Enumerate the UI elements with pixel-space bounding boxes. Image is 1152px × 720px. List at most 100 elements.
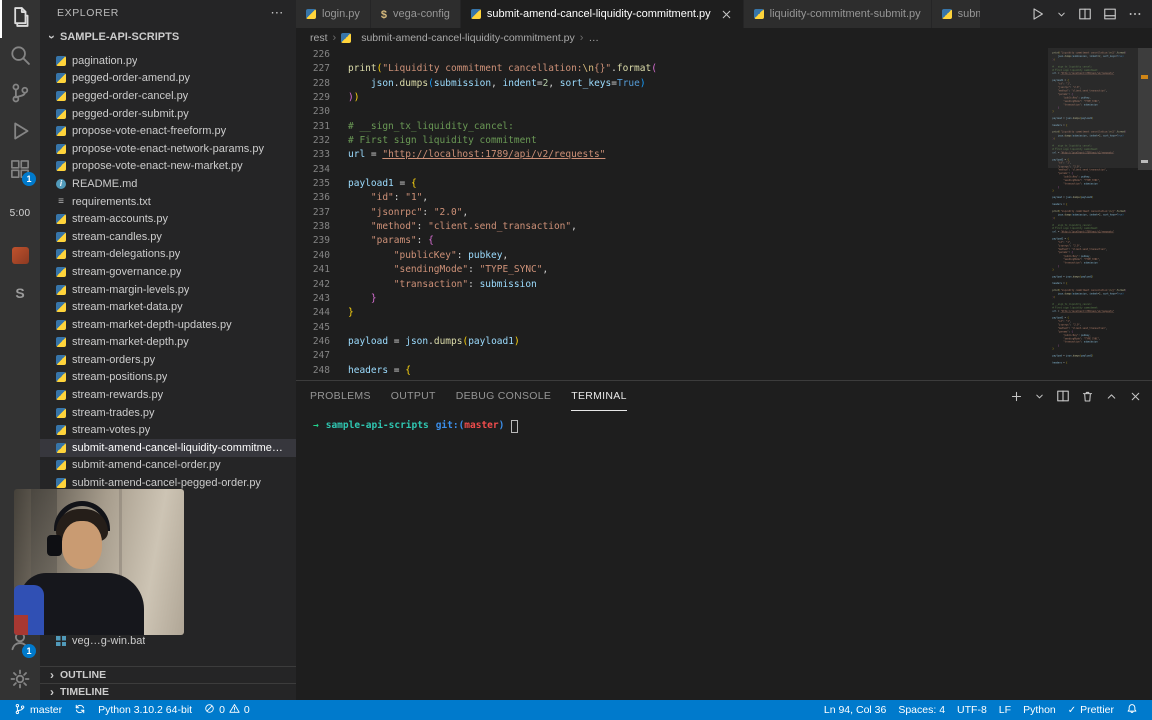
code-line[interactable]: 231 # __sign_tx_liquidity_cancel: — [296, 120, 1048, 134]
activity-explorer[interactable] — [0, 0, 40, 38]
file-item-propose-vote-enact-new-market-py[interactable]: propose-vote-enact-new-market.py — [40, 158, 296, 176]
activity-extensions[interactable]: 1 — [0, 152, 40, 190]
code-line[interactable]: 246 payload = json.dumps(payload1) — [296, 335, 1048, 349]
activity-search[interactable] — [0, 38, 40, 76]
file-item-stream-market-data-py[interactable]: stream-market-data.py — [40, 298, 296, 316]
file-item-submit-amend-cancel-liquidity-commitment-py[interactable]: submit-amend-cancel-liquidity-commitment… — [40, 439, 296, 457]
run-dropdown[interactable] — [1056, 9, 1067, 20]
section-timeline[interactable]: › TIMELINE — [40, 683, 296, 700]
panel-tab-debug-console[interactable]: DEBUG CONSOLE — [456, 381, 552, 411]
code-line[interactable]: 244} — [296, 306, 1048, 320]
code-line[interactable]: 240 "publicKey": pubkey, — [296, 249, 1048, 263]
status-eol[interactable]: LF — [993, 700, 1017, 720]
activity-extension-square[interactable] — [0, 236, 40, 274]
status-problems[interactable]: 00 — [198, 700, 256, 720]
section-outline[interactable]: › OUTLINE — [40, 666, 296, 683]
activity-run-debug[interactable] — [0, 114, 40, 152]
activity-source-control[interactable] — [0, 76, 40, 114]
maximize-panel-button[interactable] — [1105, 390, 1118, 403]
more-actions-icon[interactable]: ⋯ — [270, 5, 284, 21]
code-line[interactable]: 233 url = "http://localhost:1789/api/v2/r… — [296, 148, 1048, 162]
kill-terminal-button[interactable] — [1081, 390, 1094, 403]
file-item-pegged-order-submit-py[interactable]: pegged-order-submit.py — [40, 105, 296, 123]
code-line[interactable]: 245 — [296, 321, 1048, 335]
file-item-pegged-order-amend-py[interactable]: pegged-order-amend.py — [40, 70, 296, 88]
code-line[interactable]: 228 json.dumps(submission, indent=2, sor… — [296, 77, 1048, 91]
code-line[interactable]: 229)) — [296, 91, 1048, 105]
folder-section-header[interactable]: › SAMPLE-API-SCRIPTS — [40, 26, 296, 48]
code-line[interactable]: 248 headers = { — [296, 364, 1048, 378]
file-item-propose-vote-enact-freeform-py[interactable]: propose-vote-enact-freeform.py — [40, 122, 296, 140]
breadcrumb-segment[interactable]: rest — [310, 32, 328, 44]
tab-subm[interactable]: subm… — [931, 0, 980, 28]
file-item-stream-votes-py[interactable]: stream-votes.py — [40, 421, 296, 439]
minimap-slider[interactable] — [1048, 48, 1138, 168]
code-line[interactable]: 243 } — [296, 292, 1048, 306]
close-icon[interactable] — [720, 8, 733, 21]
breadcrumb-segment[interactable]: … — [588, 32, 599, 44]
split-terminal-button[interactable] — [1056, 389, 1070, 403]
activity-settings[interactable] — [0, 662, 40, 700]
file-item-stream-orders-py[interactable]: stream-orders.py — [40, 351, 296, 369]
file-item-submit-amend-cancel-order-py[interactable]: submit-amend-cancel-order.py — [40, 457, 296, 475]
run-python-button[interactable] — [1031, 7, 1045, 21]
code-line[interactable]: 238 "method": "client.send_transaction", — [296, 220, 1048, 234]
file-item-stream-trades-py[interactable]: stream-trades.py — [40, 404, 296, 422]
code-line[interactable]: 242 "transaction": submission — [296, 278, 1048, 292]
status-notifications[interactable] — [1120, 700, 1144, 720]
status-python-interpreter[interactable]: Python 3.10.2 64-bit — [92, 700, 198, 720]
status-sync[interactable] — [68, 700, 92, 720]
code-line[interactable]: 234 — [296, 163, 1048, 177]
file-item-readme-md[interactable]: i README.md — [40, 175, 296, 193]
file-item-stream-market-depth-py[interactable]: stream-market-depth.py — [40, 334, 296, 352]
status-cursor-position[interactable]: Ln 94, Col 36 — [818, 700, 892, 720]
breadcrumb[interactable]: rest › submit-amend-cancel-liquidity-commi… — [296, 28, 1152, 48]
panel-tab-output[interactable]: OUTPUT — [391, 381, 436, 411]
activity-extension-s[interactable]: S — [0, 274, 40, 312]
code-line[interactable]: 227 print("Liquidity commitment cancellat… — [296, 62, 1048, 76]
code-editor[interactable]: 226 227 print("Liquidity commitment cancel… — [296, 48, 1152, 380]
close-panel-button[interactable] — [1129, 390, 1142, 403]
file-item-stream-candles-py[interactable]: stream-candles.py — [40, 228, 296, 246]
code-line[interactable]: 241 "sendingMode": "TYPE_SYNC", — [296, 263, 1048, 277]
file-item-pegged-order-cancel-py[interactable]: pegged-order-cancel.py — [40, 87, 296, 105]
code-line[interactable]: 230 — [296, 105, 1048, 119]
new-terminal-button[interactable] — [1010, 390, 1023, 403]
code-line[interactable]: 226 — [296, 48, 1048, 62]
minimap[interactable]: print("Liquidity commitment cancellation… — [1048, 48, 1138, 380]
split-editor-button[interactable] — [1078, 7, 1092, 21]
file-item-propose-vote-enact-network-params-py[interactable]: propose-vote-enact-network-params.py — [40, 140, 296, 158]
file-item-requirements-txt[interactable]: ≡ requirements.txt — [40, 193, 296, 211]
status-encoding[interactable]: UTF-8 — [951, 700, 993, 720]
tab-vega-config[interactable]: $ vega-config — [370, 0, 460, 28]
file-item-stream-positions-py[interactable]: stream-positions.py — [40, 369, 296, 387]
tab-submit-amend-cancel-liquidity-commitment-py[interactable]: submit-amend-cancel-liquidity-commitment… — [460, 0, 743, 28]
breadcrumb-segment[interactable]: submit-amend-cancel-liquidity-commitment… — [341, 32, 575, 44]
code-line[interactable]: 239 "params": { — [296, 234, 1048, 248]
code-line[interactable]: 235 payload1 = { — [296, 177, 1048, 191]
code-line[interactable]: 237 "jsonrpc": "2.0", — [296, 206, 1048, 220]
terminal[interactable]: → sample-api-scripts git:(master) — [296, 411, 1152, 700]
file-item-stream-delegations-py[interactable]: stream-delegations.py — [40, 246, 296, 264]
status-indentation[interactable]: Spaces: 4 — [892, 700, 951, 720]
file-item-stream-margin-levels-py[interactable]: stream-margin-levels.py — [40, 281, 296, 299]
code-line[interactable]: 247 — [296, 349, 1048, 363]
code-line[interactable]: 236 "id": "1", — [296, 191, 1048, 205]
panel-tab-terminal[interactable]: TERMINAL — [571, 381, 627, 411]
status-branch[interactable]: master — [8, 700, 68, 720]
tab-login-py[interactable]: login.py — [296, 0, 370, 28]
more-actions-button[interactable] — [1128, 7, 1142, 21]
panel-tab-problems[interactable]: PROBLEMS — [310, 381, 371, 411]
file-item-stream-governance-py[interactable]: stream-governance.py — [40, 263, 296, 281]
file-item-veg-g-win-bat[interactable]: veg…g-win.bat — [40, 633, 296, 651]
scrollbar-thumb[interactable] — [1138, 48, 1152, 170]
editor-scrollbar[interactable] — [1138, 48, 1152, 380]
layout-button[interactable] — [1103, 7, 1117, 21]
tab-liquidity-commitment-submit-py[interactable]: liquidity-commitment-submit.py — [743, 0, 931, 28]
file-item-pagination-py[interactable]: pagination.py — [40, 52, 296, 70]
file-item-stream-accounts-py[interactable]: stream-accounts.py — [40, 210, 296, 228]
terminal-dropdown[interactable] — [1034, 391, 1045, 402]
file-item-stream-rewards-py[interactable]: stream-rewards.py — [40, 386, 296, 404]
code-line[interactable]: 232 # First sign liquidity commitment — [296, 134, 1048, 148]
activity-timer[interactable]: 5:00 — [0, 190, 40, 236]
